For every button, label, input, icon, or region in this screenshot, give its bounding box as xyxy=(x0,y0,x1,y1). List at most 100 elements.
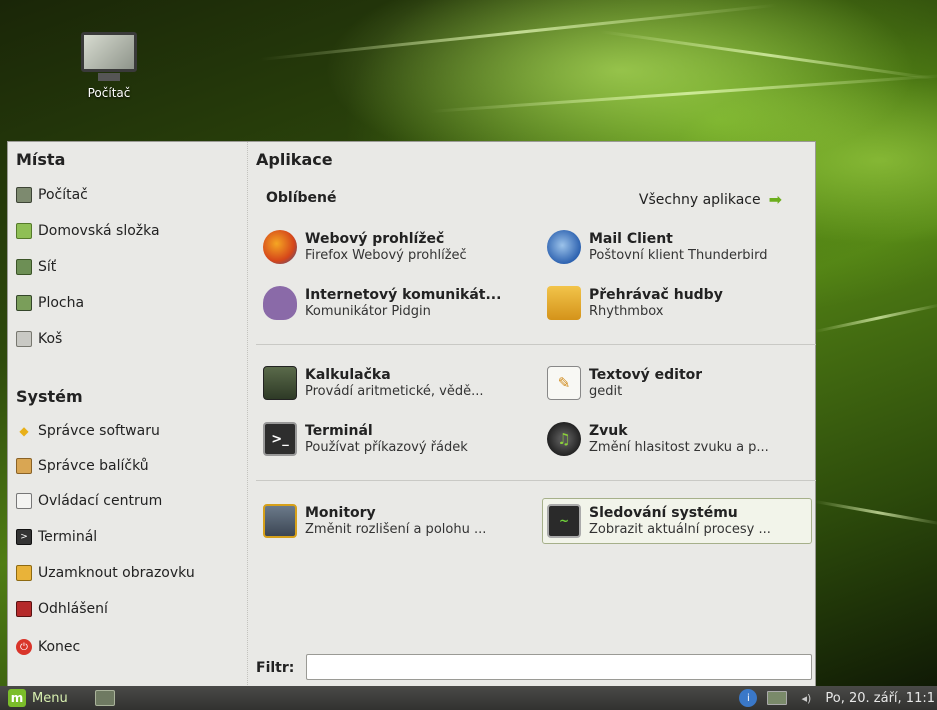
wallpaper-streak xyxy=(814,303,937,333)
computer-icon xyxy=(16,187,32,203)
app-system-monitor[interactable]: ~ Sledování systému Zobrazit aktuální pr… xyxy=(542,498,812,544)
places-item-computer[interactable]: Počítač xyxy=(16,184,88,206)
start-menu: Místa Počítač Domovská složka Síť Plocha… xyxy=(7,141,816,687)
computer-icon xyxy=(81,32,137,81)
mint-logo-icon: m xyxy=(8,689,26,707)
places-item-home[interactable]: Domovská složka xyxy=(16,220,160,242)
shield-icon[interactable]: i xyxy=(739,689,758,707)
control-center-icon xyxy=(16,493,32,509)
system-item-label: Uzamknout obrazovku xyxy=(38,565,195,581)
app-name: Zvuk xyxy=(589,423,628,439)
system-item-label: Odhlášení xyxy=(38,601,108,617)
filter-label: Filtr: xyxy=(256,660,295,676)
app-name: Kalkulačka xyxy=(305,367,391,383)
app-desc: gedit xyxy=(589,384,623,399)
app-pidgin[interactable]: Internetový komunikát... Komunikátor Pid… xyxy=(258,280,528,326)
desktop-icon xyxy=(16,295,32,311)
system-item-label: Konec xyxy=(38,639,81,655)
app-desc: Rhythmbox xyxy=(589,304,664,319)
places-item-label: Síť xyxy=(38,259,57,275)
monitors-icon xyxy=(263,504,297,538)
app-sound[interactable]: ♫ Zvuk Změní hlasitost zvuku a p... xyxy=(542,416,812,462)
lock-screen-icon xyxy=(16,565,32,581)
app-text: Sledování systému Zobrazit aktuální proc… xyxy=(589,505,771,537)
app-rhythmbox[interactable]: Přehrávač hudby Rhythmbox xyxy=(542,280,812,326)
app-desc: Změní hlasitost zvuku a p... xyxy=(589,440,769,455)
menu-button-label: Menu xyxy=(32,690,68,706)
separator xyxy=(256,344,816,345)
app-desc: Změnit rozlišení a polohu ... xyxy=(305,522,487,537)
app-terminal[interactable]: >_ Terminál Používat příkazový řádek xyxy=(258,416,528,462)
separator xyxy=(256,480,816,481)
power-icon: ⏻ xyxy=(16,639,32,655)
app-desc: Poštovní klient Thunderbird xyxy=(589,248,768,263)
arrow-right-icon: ➡ xyxy=(768,190,782,209)
app-desc: Zobrazit aktuální procesy ... xyxy=(589,522,771,537)
network-icon[interactable] xyxy=(767,691,788,705)
app-calculator[interactable]: Kalkulačka Provádí aritmetické, vědě... xyxy=(258,360,528,406)
desktop-icon-label: Počítač xyxy=(87,86,131,100)
all-applications-button[interactable]: Všechny aplikace ➡ xyxy=(639,190,782,209)
system-item-software-manager[interactable]: ◆ Správce softwaru xyxy=(16,420,159,442)
places-item-trash[interactable]: Koš xyxy=(16,328,62,350)
desktop-computer-icon[interactable]: Počítač xyxy=(74,32,144,100)
places-item-network[interactable]: Síť xyxy=(16,256,56,278)
network-icon xyxy=(16,259,32,275)
calculator-icon xyxy=(263,366,297,400)
clock[interactable]: Po, 20. září, 11:1 xyxy=(825,691,937,706)
places-item-label: Koš xyxy=(38,331,63,347)
system-item-terminal[interactable]: > Terminál xyxy=(16,526,97,548)
app-name: Webový prohlížeč xyxy=(305,231,445,247)
system-item-control-center[interactable]: Ovládací centrum xyxy=(16,490,162,512)
pidgin-icon xyxy=(263,286,297,320)
volume-icon[interactable]: ◂) xyxy=(797,689,815,707)
firefox-icon xyxy=(263,230,297,264)
logout-icon xyxy=(16,601,32,617)
app-firefox[interactable]: Webový prohlížeč Firefox Webový prohlíže… xyxy=(258,224,528,270)
system-item-package-manager[interactable]: Správce balíčků xyxy=(16,455,149,477)
applications-title: Aplikace xyxy=(256,150,333,169)
app-text: Přehrávač hudby Rhythmbox xyxy=(589,287,723,319)
places-title: Místa xyxy=(16,150,66,169)
wallpaper-streak xyxy=(429,73,937,113)
all-applications-label: Všechny aplikace xyxy=(638,191,761,208)
app-thunderbird[interactable]: Mail Client Poštovní klient Thunderbird xyxy=(542,224,812,270)
app-text: Textový editor gedit xyxy=(589,367,702,399)
places-item-desktop[interactable]: Plocha xyxy=(16,292,84,314)
app-text: Monitory Změnit rozlišení a polohu ... xyxy=(305,505,486,537)
wallpaper-streak xyxy=(259,3,778,61)
app-desc: Firefox Webový prohlížeč xyxy=(305,248,467,263)
app-text: Mail Client Poštovní klient Thunderbird xyxy=(589,231,768,263)
system-item-label: Ovládací centrum xyxy=(38,493,163,509)
app-text: Zvuk Změní hlasitost zvuku a p... xyxy=(589,423,769,455)
home-folder-icon xyxy=(16,223,32,239)
menu-button[interactable]: m Menu xyxy=(8,688,68,708)
system-tray: i ◂) Po, 20. září, 11:1 xyxy=(739,686,937,710)
system-item-logout[interactable]: Odhlášení xyxy=(16,598,108,620)
wallpaper-streak xyxy=(599,30,937,81)
app-name: Mail Client xyxy=(589,231,673,247)
package-manager-icon xyxy=(16,458,32,474)
app-desc: Komunikátor Pidgin xyxy=(305,304,431,319)
app-name: Monitory xyxy=(305,505,376,521)
applications-column: Aplikace Oblíbené Všechny aplikace ➡ Web… xyxy=(248,142,816,687)
app-name: Textový editor xyxy=(589,367,703,383)
app-monitors[interactable]: Monitory Změnit rozlišení a polohu ... xyxy=(258,498,528,544)
system-item-shutdown[interactable]: ⏻ Konec xyxy=(16,636,80,658)
sound-icon: ♫ xyxy=(547,422,581,456)
filter-input[interactable] xyxy=(306,654,812,680)
text-editor-icon: ✎ xyxy=(547,366,581,400)
app-text: Kalkulačka Provádí aritmetické, vědě... xyxy=(305,367,483,399)
taskbar: m Menu i ◂) Po, 20. září, 11:1 xyxy=(0,686,937,710)
trash-icon xyxy=(16,331,32,347)
terminal-icon: > xyxy=(16,529,32,545)
places-column: Místa Počítač Domovská složka Síť Plocha… xyxy=(8,142,248,687)
show-desktop-button[interactable] xyxy=(95,690,115,706)
system-item-lock-screen[interactable]: Uzamknout obrazovku xyxy=(16,562,195,584)
app-desc: Používat příkazový řádek xyxy=(305,440,468,455)
app-text-editor[interactable]: ✎ Textový editor gedit xyxy=(542,360,812,406)
app-text: Webový prohlížeč Firefox Webový prohlíže… xyxy=(305,231,467,263)
app-name: Internetový komunikát... xyxy=(305,287,502,303)
app-text: Terminál Používat příkazový řádek xyxy=(305,423,468,455)
app-text: Internetový komunikát... Komunikátor Pid… xyxy=(305,287,501,319)
